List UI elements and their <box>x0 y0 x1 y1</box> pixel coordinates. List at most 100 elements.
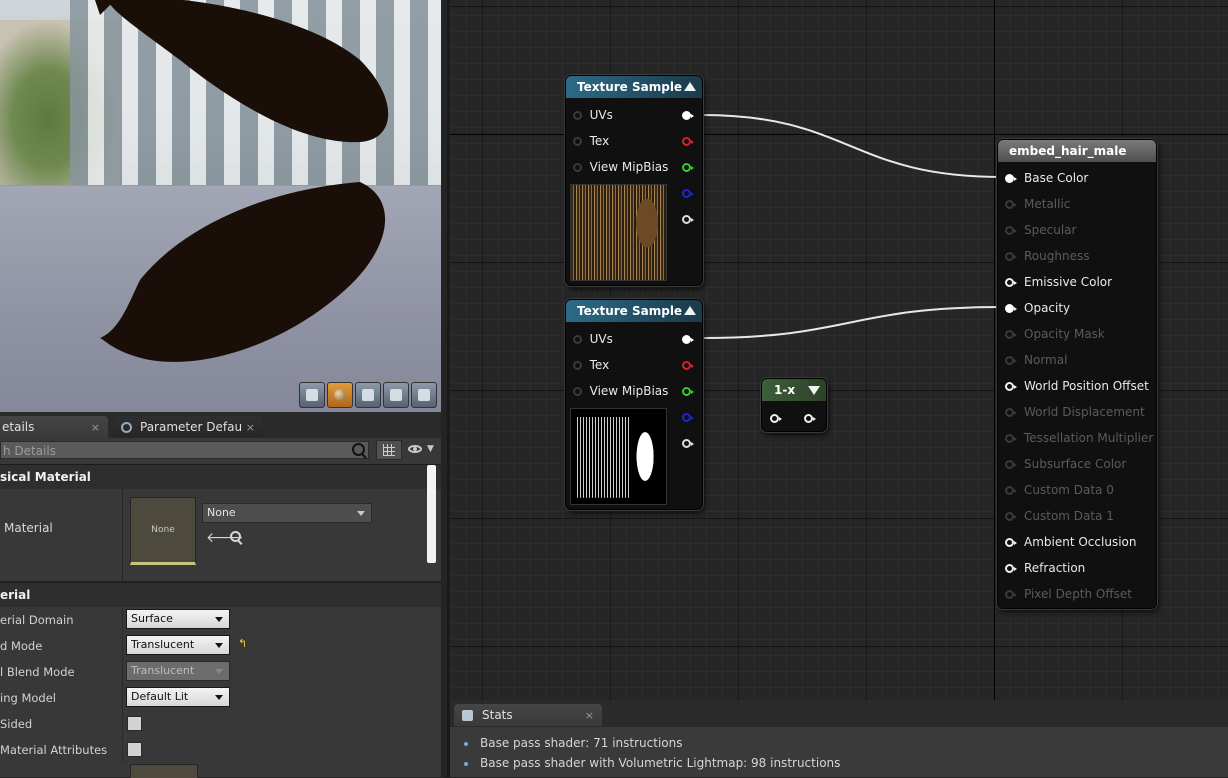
output-pin-icon[interactable] <box>682 111 694 120</box>
phys-material-combo[interactable]: None <box>202 503 372 523</box>
tab-details[interactable]: etails × <box>0 416 108 438</box>
details-search-input[interactable]: h Details <box>0 441 369 459</box>
output-pin-icon[interactable] <box>804 414 816 423</box>
output-r[interactable] <box>682 357 694 373</box>
pin-uvs[interactable]: UVs <box>573 331 613 347</box>
eye-icon[interactable] <box>408 445 422 453</box>
input-pin-icon[interactable] <box>1005 538 1017 547</box>
output-b[interactable] <box>682 185 694 201</box>
two-sided-checkbox[interactable] <box>127 716 142 731</box>
output-a[interactable] <box>682 435 694 451</box>
sphere-preview-button[interactable] <box>327 382 353 408</box>
column-divider <box>122 633 123 659</box>
search-icon[interactable] <box>352 443 365 456</box>
material-result-node[interactable]: embed_hair_male Base Color Metallic Specul… <box>997 139 1157 609</box>
output-pin-icon[interactable] <box>682 335 694 344</box>
output-r[interactable] <box>682 133 694 149</box>
material-domain-combo[interactable]: Surface <box>126 609 230 629</box>
one-minus-node[interactable]: 1-x <box>761 378 827 432</box>
output-b[interactable] <box>682 409 694 425</box>
shading-model-combo[interactable]: Default Lit <box>126 687 230 707</box>
input-pin-icon[interactable] <box>770 414 782 423</box>
stat-line-2: Base pass shader with Volumetric Lightma… <box>464 756 840 770</box>
output-pin-icon[interactable] <box>682 413 694 422</box>
output-pin-icon[interactable] <box>682 189 694 198</box>
prop-label: erial Domain <box>0 613 74 627</box>
input-pin-icon[interactable] <box>1005 382 1017 391</box>
combo-value: Translucent <box>131 638 195 651</box>
section-material[interactable]: erial <box>0 582 441 607</box>
output-pin-icon[interactable] <box>682 439 694 448</box>
output-pin-icon[interactable] <box>682 387 694 396</box>
pin-label: UVs <box>589 332 613 346</box>
pin-uvs[interactable]: UVs <box>573 107 613 123</box>
teapot-preview-button[interactable] <box>411 382 437 408</box>
reset-to-default-icon[interactable]: ↰ <box>238 637 247 650</box>
output-pin-icon[interactable] <box>682 361 694 370</box>
details-panel: etails × Parameter Defaults × h Details … <box>0 412 441 778</box>
material-attributes-checkbox[interactable] <box>127 742 142 757</box>
output-pin-icon[interactable] <box>682 163 694 172</box>
section-physical-material[interactable]: sical Material <box>0 464 441 489</box>
result-pin-base-color[interactable]: Base Color <box>1005 170 1088 186</box>
input-pin-icon[interactable] <box>573 163 582 172</box>
cylinder-preview-button[interactable] <box>299 382 325 408</box>
one-minus-input[interactable] <box>770 410 782 426</box>
tab-details-close-icon[interactable]: × <box>91 421 100 434</box>
tab-stats-close-icon[interactable]: × <box>585 709 594 722</box>
prop-label: l Blend Mode <box>0 665 75 679</box>
input-pin-icon[interactable] <box>1005 278 1017 287</box>
result-pin-ambient-occlusion[interactable]: Ambient Occlusion <box>1005 534 1136 550</box>
property-matrix-button[interactable] <box>376 440 402 460</box>
texture-sample-title[interactable]: Texture Sample <box>566 300 702 322</box>
input-pin-icon[interactable] <box>573 387 582 396</box>
sphere-icon <box>334 389 346 401</box>
result-pin-pixel-depth-offset: Pixel Depth Offset <box>1005 586 1132 602</box>
texture-sample-title[interactable]: Texture Sample <box>566 76 702 98</box>
tab-parameter-defaults[interactable]: Parameter Defaults × <box>113 416 263 438</box>
texture-sample-node-2[interactable]: Texture Sample UVs Tex View MipBias <box>565 299 703 510</box>
material-result-title[interactable]: embed_hair_male <box>998 140 1156 162</box>
output-pin-icon[interactable] <box>682 215 694 224</box>
input-pin-icon[interactable] <box>1005 564 1017 573</box>
expand-arrow-icon[interactable] <box>808 386 820 395</box>
tab-parameter-defaults-label: Parameter Defaults <box>140 420 242 434</box>
browse-search-icon[interactable] <box>230 531 241 542</box>
input-pin-icon[interactable] <box>1005 304 1017 313</box>
plane-preview-button[interactable] <box>355 382 381 408</box>
texture-sample-node-1[interactable]: Texture Sample UVs Tex View MipBias <box>565 75 703 286</box>
chevron-down-icon[interactable]: ▼ <box>427 444 434 454</box>
result-pin-world-position-offset[interactable]: World Position Offset <box>1005 378 1149 394</box>
input-pin-icon[interactable] <box>573 137 582 146</box>
output-rgb[interactable] <box>682 107 694 123</box>
output-a[interactable] <box>682 211 694 227</box>
pin-view-mipbias[interactable]: View MipBias <box>573 159 668 175</box>
tab-stats[interactable]: Stats × <box>454 704 602 726</box>
tab-parameter-defaults-close-icon[interactable]: × <box>246 421 255 434</box>
output-g[interactable] <box>682 383 694 399</box>
phys-material-thumbnail[interactable]: None <box>130 497 196 565</box>
output-rgb[interactable] <box>682 331 694 347</box>
input-pin-icon[interactable] <box>573 361 582 370</box>
next-thumbnail[interactable] <box>130 764 198 778</box>
one-minus-output[interactable] <box>804 410 816 426</box>
pin-tex[interactable]: Tex <box>573 357 609 373</box>
blend-mode-combo[interactable]: Translucent <box>126 635 230 655</box>
result-pin-opacity[interactable]: Opacity <box>1005 300 1070 316</box>
result-pin-refraction[interactable]: Refraction <box>1005 560 1085 576</box>
input-pin-icon[interactable] <box>1005 174 1017 183</box>
pin-tex[interactable]: Tex <box>573 133 609 149</box>
input-pin-icon[interactable] <box>573 335 582 344</box>
material-graph-canvas[interactable]: Texture Sample UVs Tex View MipBias Text… <box>447 0 1228 700</box>
collapse-arrow-icon[interactable] <box>684 306 696 315</box>
cube-preview-button[interactable] <box>383 382 409 408</box>
output-g[interactable] <box>682 159 694 175</box>
material-preview-viewport[interactable] <box>0 0 441 412</box>
output-pin-icon[interactable] <box>682 137 694 146</box>
preview-hair-mesh <box>95 0 389 362</box>
collapse-arrow-icon[interactable] <box>684 82 696 91</box>
pin-view-mipbias[interactable]: View MipBias <box>573 383 668 399</box>
input-pin-icon[interactable] <box>573 111 582 120</box>
result-pin-emissive-color[interactable]: Emissive Color <box>1005 274 1112 290</box>
details-scrollbar[interactable] <box>427 465 436 563</box>
